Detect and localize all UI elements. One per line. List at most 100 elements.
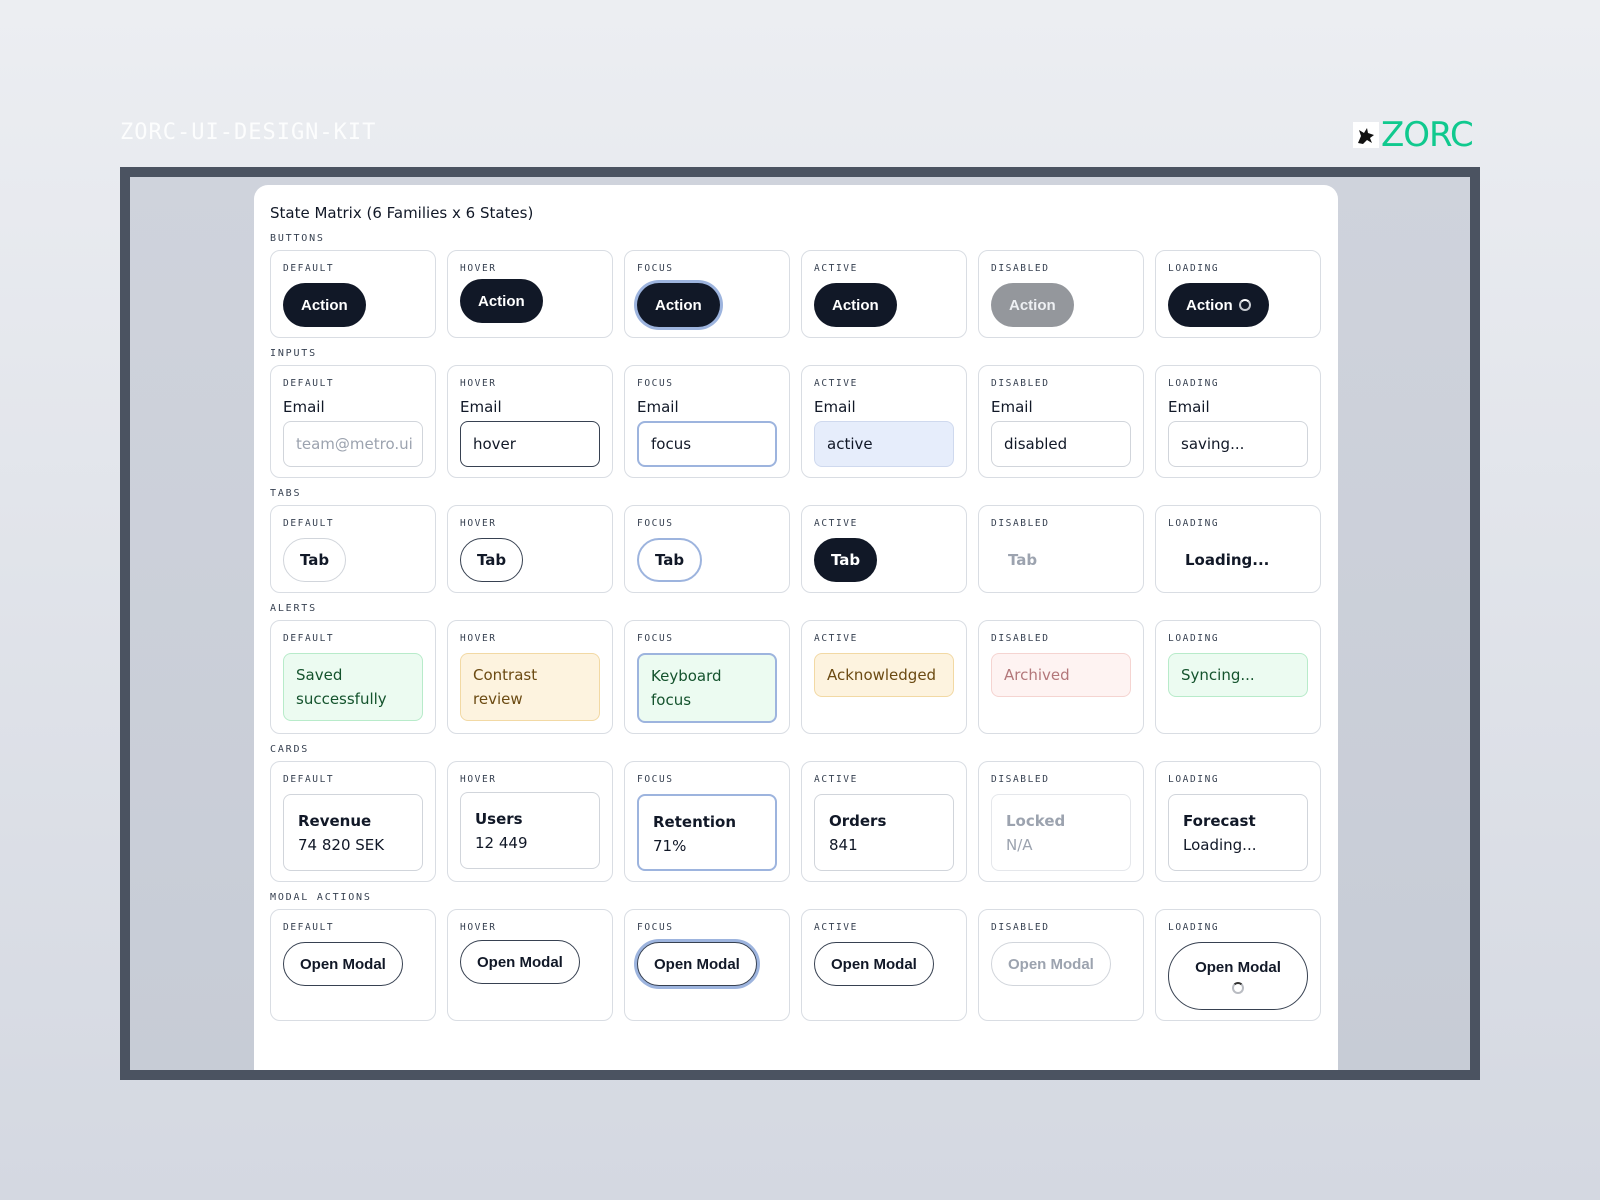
- email-label: Email: [460, 398, 502, 416]
- state-label: HOVER: [460, 922, 497, 933]
- family-label: MODAL ACTIONS: [270, 892, 372, 903]
- open-modal-button-focus[interactable]: Open Modal: [637, 942, 757, 986]
- state-label: ACTIVE: [814, 263, 858, 274]
- state-label: FOCUS: [637, 922, 674, 933]
- state-label: DISABLED: [991, 263, 1050, 274]
- card-value: N/A: [1006, 836, 1033, 854]
- card-value: Loading...: [1183, 836, 1257, 854]
- preview-frame: State Matrix (6 Families x 6 States) BUT…: [120, 167, 1480, 1080]
- state-matrix-panel: State Matrix (6 Families x 6 States) BUT…: [254, 185, 1338, 1070]
- state-label: FOCUS: [637, 518, 674, 529]
- cell-cards-focus: FOCUS Retention 71%: [624, 761, 790, 882]
- family-label: TABS: [270, 488, 302, 499]
- cell-modal-active: ACTIVE Open Modal: [801, 909, 967, 1021]
- email-label: Email: [283, 398, 325, 416]
- open-modal-button-default[interactable]: Open Modal: [283, 942, 403, 986]
- cell-tabs-hover: HOVER Tab: [447, 505, 613, 593]
- alert-disabled: Archived: [991, 653, 1131, 697]
- card-title: Forecast: [1183, 812, 1256, 830]
- state-label: DISABLED: [991, 922, 1050, 933]
- card-disabled: Locked N/A: [991, 794, 1131, 871]
- family-alerts: ALERTS DEFAULT Saved successfully HOVER …: [270, 603, 1322, 734]
- action-button-hover[interactable]: Action: [460, 279, 543, 323]
- open-modal-button-active[interactable]: Open Modal: [814, 942, 934, 986]
- open-modal-button-hover[interactable]: Open Modal: [460, 940, 580, 984]
- cell-tabs-loading: LOADING Loading...: [1155, 505, 1321, 593]
- family-label: INPUTS: [270, 348, 317, 359]
- state-label: LOADING: [1168, 774, 1220, 785]
- state-label: DEFAULT: [283, 922, 335, 933]
- card-value: 841: [829, 836, 858, 854]
- cell-alerts-hover: HOVER Contrast review: [447, 620, 613, 734]
- card-loading[interactable]: Forecast Loading...: [1168, 794, 1308, 871]
- cell-buttons-active: ACTIVE Action: [801, 250, 967, 338]
- email-label: Email: [814, 398, 856, 416]
- email-input-hover[interactable]: hover: [460, 421, 600, 467]
- cell-inputs-loading: LOADING Email saving...: [1155, 365, 1321, 478]
- card-focus[interactable]: Retention 71%: [637, 794, 777, 871]
- email-input-loading[interactable]: saving...: [1168, 421, 1308, 467]
- tab-loading[interactable]: Loading...: [1168, 538, 1287, 582]
- card-hover[interactable]: Users 12 449: [460, 792, 600, 869]
- card-value: 12 449: [475, 834, 528, 852]
- open-modal-button-loading[interactable]: Open Modal: [1168, 942, 1308, 1010]
- state-label: DEFAULT: [283, 263, 335, 274]
- family-modal-actions: MODAL ACTIONS DEFAULT Open Modal HOVER O…: [270, 892, 1322, 1021]
- family-buttons: BUTTONS DEFAULT Action HOVER Action FOCU…: [270, 233, 1322, 338]
- alert-loading: Syncing...: [1168, 653, 1308, 697]
- email-input-focus[interactable]: focus: [637, 421, 777, 467]
- cell-alerts-disabled: DISABLED Archived: [978, 620, 1144, 734]
- tab-default[interactable]: Tab: [283, 538, 347, 582]
- state-label: DISABLED: [991, 518, 1050, 529]
- action-button-active[interactable]: Action: [814, 283, 897, 327]
- cell-inputs-focus: FOCUS Email focus: [624, 365, 790, 478]
- state-label: ACTIVE: [814, 518, 858, 529]
- alert-focus: Keyboard focus: [637, 653, 777, 723]
- email-label: Email: [1168, 398, 1210, 416]
- state-label: DISABLED: [991, 633, 1050, 644]
- action-button-default[interactable]: Action: [283, 283, 366, 327]
- cell-tabs-active: ACTIVE Tab: [801, 505, 967, 593]
- email-input-default[interactable]: team@metro.ui: [283, 421, 423, 467]
- cell-buttons-hover: HOVER Action: [447, 250, 613, 338]
- panel-title: State Matrix (6 Families x 6 States): [270, 204, 534, 222]
- tab-hover[interactable]: Tab: [460, 538, 524, 582]
- preview-canvas: State Matrix (6 Families x 6 States) BUT…: [130, 177, 1470, 1070]
- email-input-disabled: disabled: [991, 421, 1131, 467]
- state-label: FOCUS: [637, 633, 674, 644]
- card-title: Users: [475, 810, 523, 828]
- state-label: ACTIVE: [814, 774, 858, 785]
- state-label: HOVER: [460, 774, 497, 785]
- tab-focus[interactable]: Tab: [637, 538, 703, 582]
- alert-hover: Contrast review: [460, 653, 600, 721]
- tab-disabled: Tab: [991, 538, 1055, 582]
- state-label: HOVER: [460, 518, 497, 529]
- cell-inputs-default: DEFAULT Email team@metro.ui: [270, 365, 436, 478]
- state-label: FOCUS: [637, 774, 674, 785]
- state-label: ACTIVE: [814, 633, 858, 644]
- cell-alerts-focus: FOCUS Keyboard focus: [624, 620, 790, 734]
- email-input-active[interactable]: active: [814, 421, 954, 467]
- state-label: LOADING: [1168, 378, 1220, 389]
- cell-inputs-hover: HOVER Email hover: [447, 365, 613, 478]
- state-label: FOCUS: [637, 263, 674, 274]
- brand-logo: ZORC: [1353, 118, 1474, 152]
- action-button-focus[interactable]: Action: [637, 283, 720, 327]
- alert-default: Saved successfully: [283, 653, 423, 721]
- card-title: Revenue: [298, 812, 372, 830]
- spinner-icon: [1238, 299, 1251, 311]
- action-button-loading[interactable]: Action: [1168, 283, 1269, 327]
- cell-cards-hover: HOVER Users 12 449: [447, 761, 613, 882]
- email-label: Email: [991, 398, 1033, 416]
- cell-modal-default: DEFAULT Open Modal: [270, 909, 436, 1021]
- card-default[interactable]: Revenue 74 820 SEK: [283, 794, 423, 871]
- family-label: CARDS: [270, 744, 310, 755]
- state-label: ACTIVE: [814, 922, 858, 933]
- cell-cards-default: DEFAULT Revenue 74 820 SEK: [270, 761, 436, 882]
- state-label: HOVER: [460, 263, 497, 274]
- cell-modal-disabled: DISABLED Open Modal: [978, 909, 1144, 1021]
- tab-active[interactable]: Tab: [814, 538, 878, 582]
- state-label: HOVER: [460, 633, 497, 644]
- card-active[interactable]: Orders 841: [814, 794, 954, 871]
- cell-alerts-active: ACTIVE Acknowledged: [801, 620, 967, 734]
